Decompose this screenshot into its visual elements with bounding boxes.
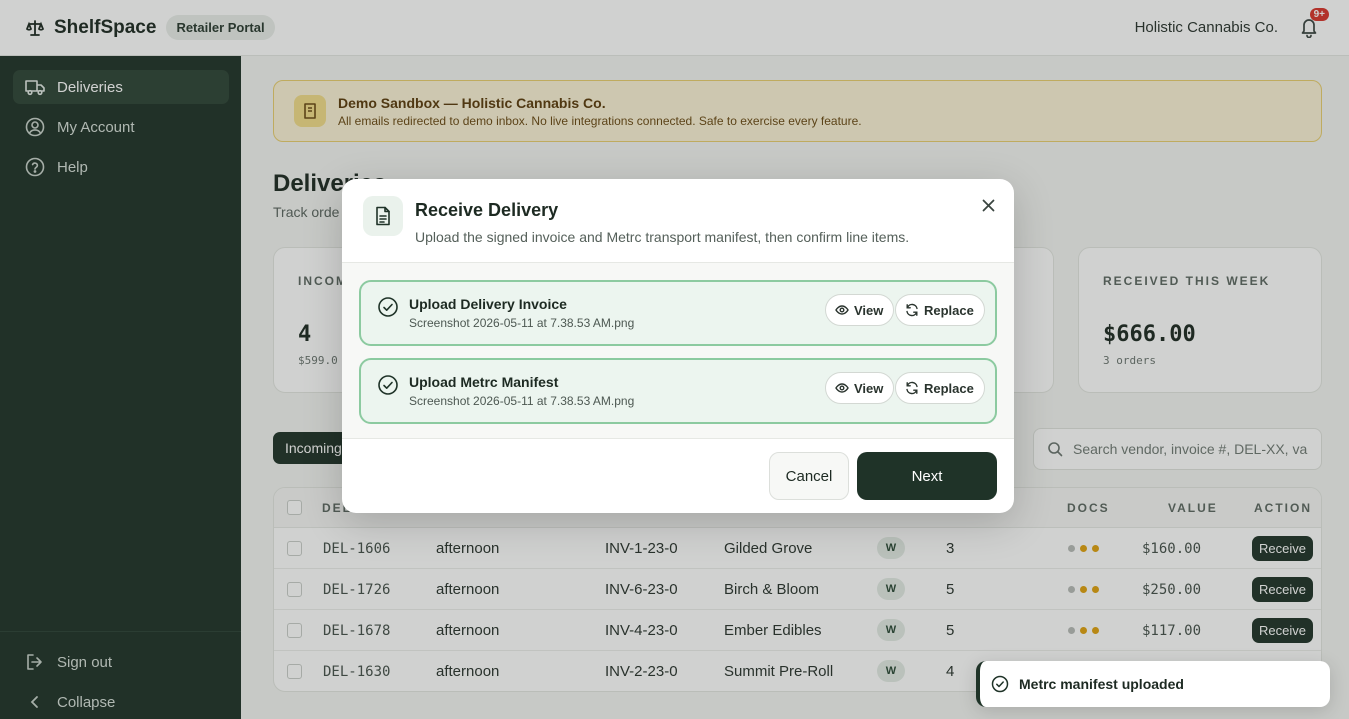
check-circle-icon (991, 675, 1009, 693)
toast-notification: Metrc manifest uploaded (976, 661, 1330, 707)
modal-title: Receive Delivery (415, 200, 559, 220)
view-invoice-button[interactable]: View (825, 294, 895, 326)
refresh-icon (906, 381, 918, 395)
upload-title: Upload Delivery Invoice (409, 296, 567, 312)
document-icon (363, 196, 403, 236)
cancel-button[interactable]: Cancel (769, 452, 849, 500)
view-label: View (854, 302, 884, 318)
next-button[interactable]: Next (857, 452, 997, 500)
replace-manifest-button[interactable]: Replace (895, 372, 985, 404)
upload-card-manifest: Upload Metrc Manifest Screenshot 2026-05… (359, 358, 997, 424)
toast-text: Metrc manifest uploaded (1019, 676, 1184, 692)
upload-card-invoice: Upload Delivery Invoice Screenshot 2026-… (359, 280, 997, 346)
check-circle-icon (377, 296, 399, 318)
close-icon[interactable] (978, 195, 998, 215)
modal-body: Upload Delivery Invoice Screenshot 2026-… (342, 262, 1014, 439)
upload-filename: Screenshot 2026-05-11 at 7.38.53 AM.png (409, 316, 635, 330)
view-label: View (854, 380, 884, 396)
upload-filename: Screenshot 2026-05-11 at 7.38.53 AM.png (409, 394, 635, 408)
replace-label: Replace (924, 302, 974, 318)
replace-label: Replace (924, 380, 974, 396)
receive-delivery-modal: Receive Delivery Upload the signed invoi… (342, 179, 1014, 513)
refresh-icon (906, 303, 918, 317)
check-circle-icon (377, 374, 399, 396)
modal-subtitle: Upload the signed invoice and Metrc tran… (415, 229, 910, 245)
replace-invoice-button[interactable]: Replace (895, 294, 985, 326)
eye-icon (835, 305, 849, 315)
view-manifest-button[interactable]: View (825, 372, 895, 404)
upload-title: Upload Metrc Manifest (409, 374, 559, 390)
eye-icon (835, 383, 849, 393)
